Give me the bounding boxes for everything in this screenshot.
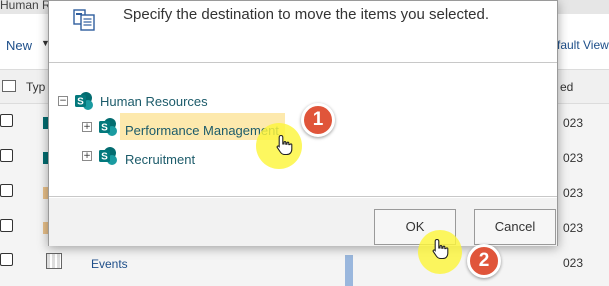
sharepoint-icon: S xyxy=(99,118,117,136)
dialog-header: Specify the destination to move the item… xyxy=(49,1,557,63)
modified-value: 023 xyxy=(563,186,584,200)
new-button[interactable]: New xyxy=(6,38,32,53)
step-badge-2: 2 xyxy=(467,244,501,278)
calendar-icon xyxy=(46,253,62,269)
column-header-modified[interactable]: ed xyxy=(560,80,573,94)
svg-text:S: S xyxy=(101,123,108,134)
expand-icon[interactable]: + xyxy=(82,122,92,132)
hand-cursor-icon xyxy=(276,134,293,156)
svg-text:S: S xyxy=(101,152,108,163)
sharepoint-icon: S xyxy=(99,147,117,165)
tree-node-performance-management[interactable]: Performance Management xyxy=(125,123,279,138)
svg-text:S: S xyxy=(77,97,84,108)
step-badge-1: 1 xyxy=(301,103,335,137)
row-checkbox[interactable] xyxy=(0,253,13,266)
select-all-icon[interactable] xyxy=(2,80,16,92)
scroll-indicator xyxy=(345,255,353,286)
modified-value: 023 xyxy=(563,221,584,235)
collapse-icon[interactable]: − xyxy=(58,96,68,106)
dialog-footer: OK Cancel xyxy=(49,198,557,246)
tree-node-recruitment[interactable]: Recruitment xyxy=(125,152,195,167)
modified-value: 023 xyxy=(563,256,584,270)
modified-value: 023 xyxy=(563,116,584,130)
row-checkbox[interactable] xyxy=(0,114,13,127)
modified-value: 023 xyxy=(563,151,584,165)
dialog-instruction: Specify the destination to move the item… xyxy=(123,6,490,23)
row-checkbox[interactable] xyxy=(0,184,13,197)
view-selector[interactable]: fault View xyxy=(557,38,609,52)
move-document-icon xyxy=(73,9,95,31)
row-checkbox[interactable] xyxy=(0,219,13,232)
page-title: Human R xyxy=(0,0,51,12)
hand-cursor-icon xyxy=(432,238,449,260)
column-header-type[interactable]: Typ xyxy=(26,80,45,94)
row-checkbox[interactable] xyxy=(0,149,13,162)
tree-node-human-resources[interactable]: Human Resources xyxy=(100,94,208,109)
site-tree: − S Human Resources + S Performance Mana… xyxy=(49,63,557,197)
list-item-events[interactable]: Events xyxy=(91,257,128,271)
expand-icon[interactable]: + xyxy=(82,151,92,161)
sharepoint-icon: S xyxy=(75,92,93,110)
cancel-button[interactable]: Cancel xyxy=(474,209,556,245)
